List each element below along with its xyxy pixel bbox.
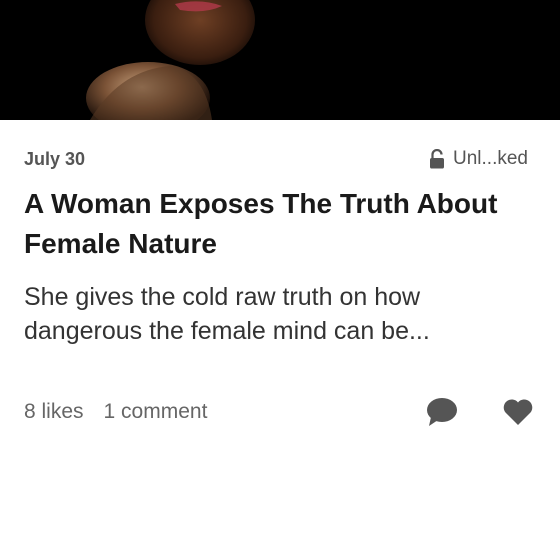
hero-photo [0,0,560,120]
post-title[interactable]: A Woman Exposes The Truth About Female N… [24,184,524,264]
post-hero-image[interactable] [0,0,560,120]
comments-count[interactable]: 1 comment [104,400,208,424]
post-footer: 8 likes 1 comment [24,394,534,430]
lock-status: Unl...ked [429,148,528,170]
post-card[interactable]: July 30 Unl...ked A Woman Exposes The Tr… [0,0,560,560]
heart-icon [503,399,533,425]
post-subtitle: She gives the cold raw truth on how dang… [24,283,430,345]
post-stats: 8 likes 1 comment [24,400,207,424]
comment-button[interactable] [426,397,458,427]
post-actions [426,397,534,427]
unlocked-lock-icon [429,149,445,169]
comment-bubble-icon [427,398,457,426]
lock-status-label: Unl...ked [453,148,528,169]
likes-count[interactable]: 8 likes [24,400,84,424]
like-button[interactable] [502,397,534,427]
post-meta-row: July 30 Unl...ked [24,146,528,172]
post-date: July 30 [24,148,86,169]
